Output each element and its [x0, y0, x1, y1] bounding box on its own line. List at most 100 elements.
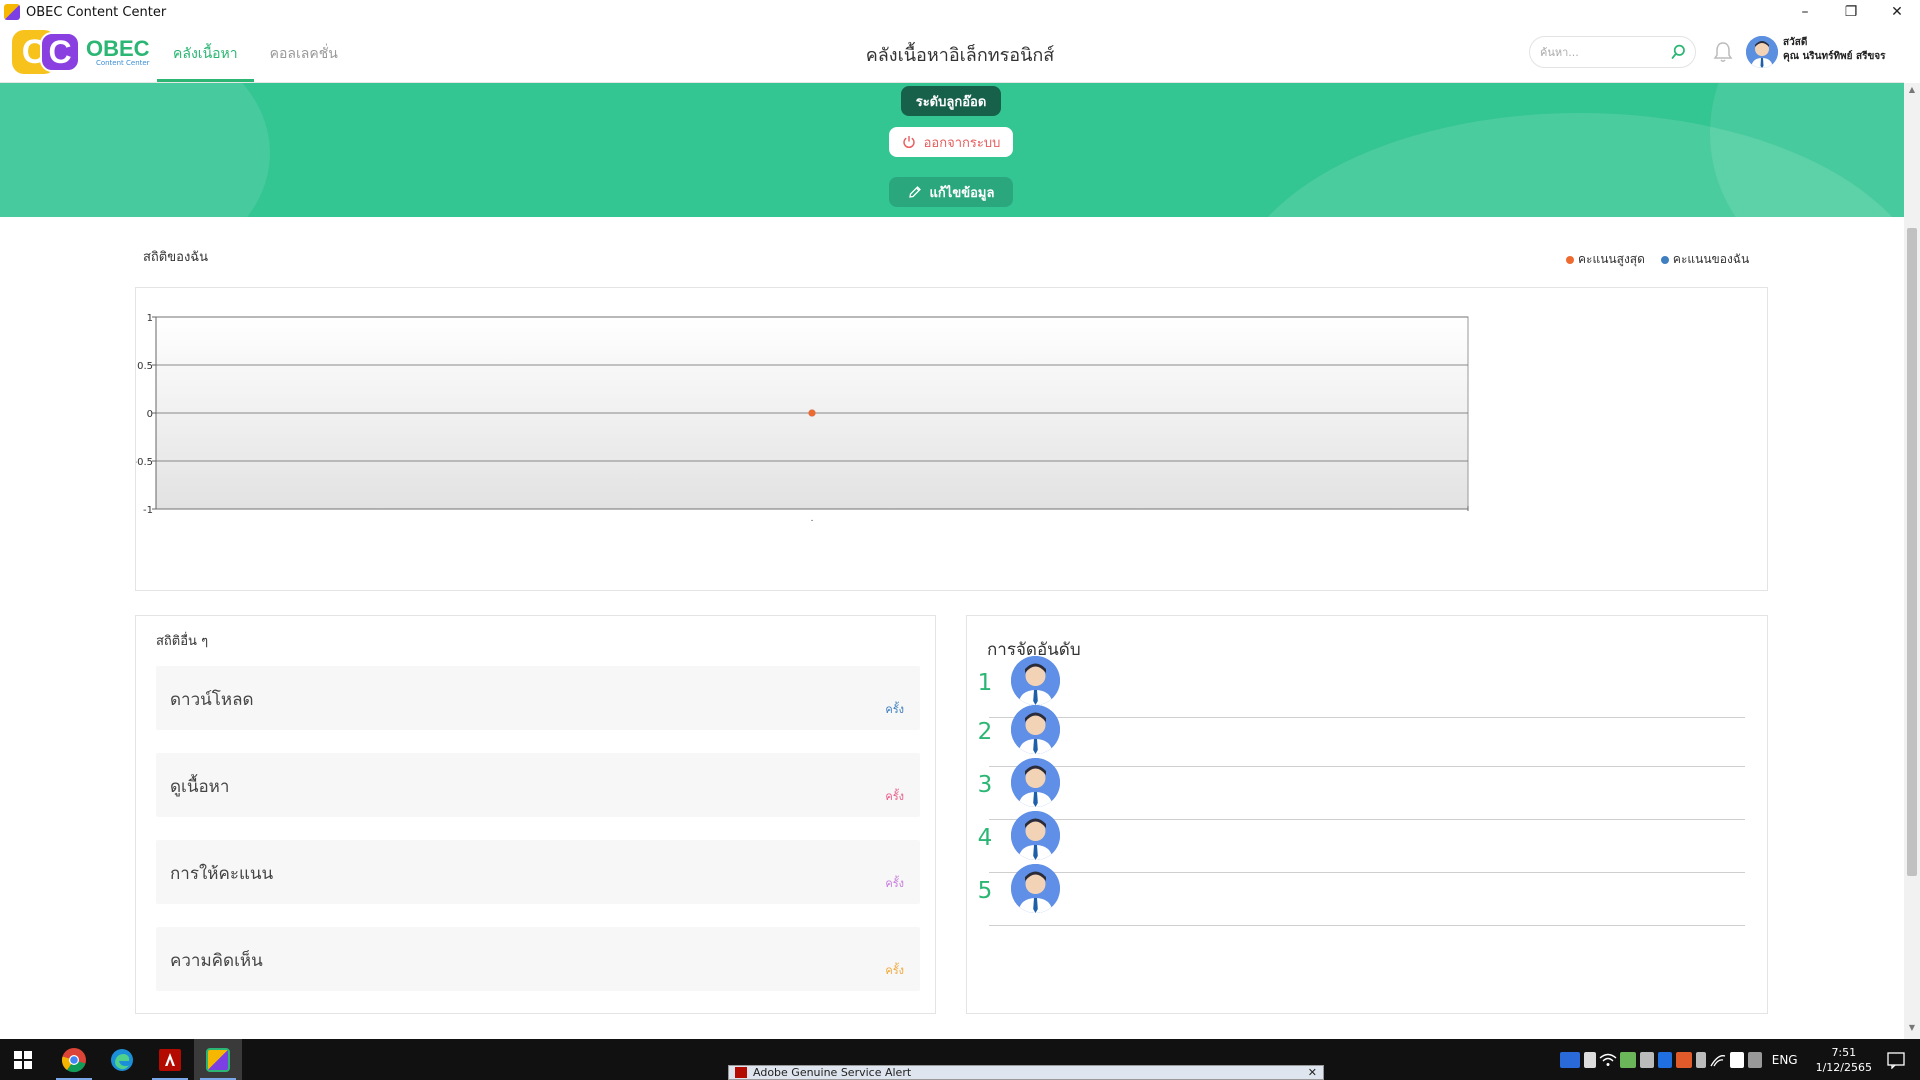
taskbar-clock[interactable]: 7:51 1/12/2565: [1816, 1045, 1872, 1075]
scroll-up-icon[interactable]: ▲: [1904, 85, 1920, 99]
acrobat-icon: [159, 1048, 181, 1071]
legend-dot-mine: [1660, 255, 1669, 264]
stat-label-views: ดูเนื้อหา: [170, 777, 230, 797]
user-info: สวัสดี คุณ นรินทร์ทิพย์ สรีขจร: [1783, 36, 1886, 64]
x-tick-label: .: [811, 514, 814, 524]
tab-collection[interactable]: คอลเลคชั่น: [254, 24, 354, 82]
user-avatar-icon: [1011, 758, 1060, 807]
restore-button[interactable]: ❐: [1828, 0, 1874, 24]
window-titlebar: OBEC Content Center – ❐ ✕: [0, 0, 1920, 24]
close-button[interactable]: ✕: [1874, 0, 1920, 24]
search-input[interactable]: [1540, 45, 1670, 59]
tray-file-icon[interactable]: [1583, 1051, 1596, 1068]
page-title: คลังเนื้อหาอิเล็กทรอนิกส์: [865, 45, 1055, 66]
stat-label-comments: ความคิดเห็น: [170, 951, 263, 971]
window-controls: – ❐ ✕: [1782, 0, 1920, 24]
rank-avatar[interactable]: [1011, 864, 1060, 913]
tray-orange-icon[interactable]: [1675, 1051, 1692, 1068]
stat-unit-comments: ครั้ง: [885, 964, 904, 977]
banner-decoration: [1710, 83, 1904, 217]
search-box: [1529, 36, 1696, 68]
user-avatar-icon: [1011, 705, 1060, 754]
user-level-badge: ระดับลูกอ๊อด: [901, 86, 1001, 116]
stat-row-downloads: ดาวน์โหลด ครั้ง: [156, 666, 920, 730]
ranking-card: การจัดอันดับ 12345: [966, 615, 1768, 1014]
page-scrollbar[interactable]: ▲ ▼: [1904, 83, 1920, 1039]
stat-row-ratings: การให้คะแนน ครั้ง: [156, 840, 920, 904]
language-indicator[interactable]: ENG: [1772, 1053, 1798, 1067]
rank-number: 4: [977, 825, 993, 851]
my-stats-title: สถิติของฉัน: [143, 250, 209, 265]
stat-label-ratings: การให้คะแนน: [170, 864, 274, 884]
y-tick-label: -0.5: [136, 457, 153, 468]
logo-mark: C C: [12, 30, 84, 74]
logout-button[interactable]: ออกจากระบบ: [889, 127, 1013, 157]
rank-avatar[interactable]: [1011, 705, 1060, 754]
tray-storage-icon[interactable]: [1639, 1051, 1654, 1068]
logo-c-purple: C: [40, 32, 80, 72]
stat-unit-views: ครั้ง: [885, 790, 904, 803]
y-tick-label: 0.5: [137, 361, 153, 372]
chrome-icon: [61, 1047, 86, 1072]
other-stats-card: สถิติอื่น ๆ ดาวน์โหลด ครั้ง ดูเนื้อหา คร…: [135, 615, 936, 1014]
minimize-button[interactable]: –: [1782, 0, 1828, 24]
tab-content-library[interactable]: คลังเนื้อหา: [157, 24, 254, 82]
logout-label: ออกจากระบบ: [923, 135, 1001, 151]
edit-profile-button[interactable]: แก้ไขข้อมูล: [889, 177, 1013, 207]
adobe-alert-close-icon[interactable]: ✕: [1308, 1066, 1317, 1079]
tray-green-icon[interactable]: [1619, 1051, 1636, 1068]
pencil-icon: [908, 186, 921, 198]
user-avatar[interactable]: [1746, 36, 1778, 68]
adobe-alert-window[interactable]: Adobe Genuine Service Alert ✕: [728, 1065, 1324, 1080]
power-icon: [902, 136, 915, 149]
tray-usb-icon[interactable]: [1695, 1051, 1706, 1068]
scroll-down-icon[interactable]: ▼: [1904, 1023, 1920, 1037]
taskbar-acrobat[interactable]: [146, 1039, 194, 1080]
stat-unit-ratings: ครั้ง: [885, 877, 904, 890]
y-tick-label: 1: [147, 313, 153, 324]
stats-line-chart: 1 0.5 0 -0.5 -1.: [136, 313, 1469, 524]
system-tray: ENG 7:51 1/12/2565: [1558, 1039, 1920, 1080]
taskbar-obec[interactable]: [194, 1039, 242, 1080]
tray-blue-icon[interactable]: [1657, 1051, 1672, 1068]
stats-chart-card: 1 0.5 0 -0.5 -1.: [135, 287, 1768, 591]
user-avatar-icon: [1011, 864, 1060, 913]
taskbar-chrome[interactable]: [50, 1039, 98, 1080]
logo-text: OBEC Content Center: [86, 37, 150, 67]
tray-monitor-icon[interactable]: [1729, 1051, 1744, 1068]
network-icon[interactable]: [1708, 1052, 1728, 1068]
tray-app-icon[interactable]: [1559, 1051, 1580, 1068]
rank-avatar[interactable]: [1011, 811, 1060, 860]
notification-icon[interactable]: [1886, 1051, 1906, 1069]
data-point: [808, 409, 816, 417]
app-header: C C OBEC Content Center คลังเนื้อหา คอลเ…: [0, 24, 1904, 83]
rank-avatar[interactable]: [1011, 656, 1060, 705]
user-avatar-icon: [1746, 36, 1778, 68]
clock-time: 7:51: [1831, 1045, 1857, 1059]
stat-unit-downloads: ครั้ง: [885, 703, 904, 716]
wifi-icon[interactable]: [1598, 1052, 1618, 1068]
rank-divider: [989, 925, 1745, 926]
rank-avatar[interactable]: [1011, 758, 1060, 807]
taskbar-edge[interactable]: [98, 1039, 146, 1080]
rank-number: 2: [977, 719, 993, 745]
volume-muted-icon[interactable]: [1747, 1051, 1762, 1068]
app-icon: [4, 4, 20, 20]
search-icon[interactable]: [1670, 43, 1687, 61]
legend-item-highest[interactable]: คะแนนสูงสุด: [1566, 250, 1645, 269]
stat-row-views: ดูเนื้อหา ครั้ง: [156, 753, 920, 817]
stat-row-comments: ความคิดเห็น ครั้ง: [156, 927, 920, 991]
rank-number: 1: [977, 670, 993, 696]
ranking-row: 5: [975, 864, 1745, 926]
legend-item-mine[interactable]: คะแนนของฉัน: [1660, 250, 1749, 269]
banner-decoration: [0, 83, 270, 217]
rank-number: 5: [977, 878, 993, 904]
bell-icon[interactable]: [1712, 40, 1734, 64]
adobe-alert-icon: [735, 1067, 747, 1078]
obec-logo[interactable]: C C OBEC Content Center: [12, 30, 150, 74]
user-name: คุณ นรินทร์ทิพย์ สรีขจร: [1783, 51, 1886, 62]
edit-profile-label: แก้ไขข้อมูล: [929, 185, 995, 201]
scrollbar-thumb[interactable]: [1907, 228, 1917, 876]
profile-banner: ระดับลูกอ๊อด ออกจากระบบ แก้ไขข้อมูล: [0, 83, 1904, 217]
start-button[interactable]: [0, 1039, 46, 1080]
